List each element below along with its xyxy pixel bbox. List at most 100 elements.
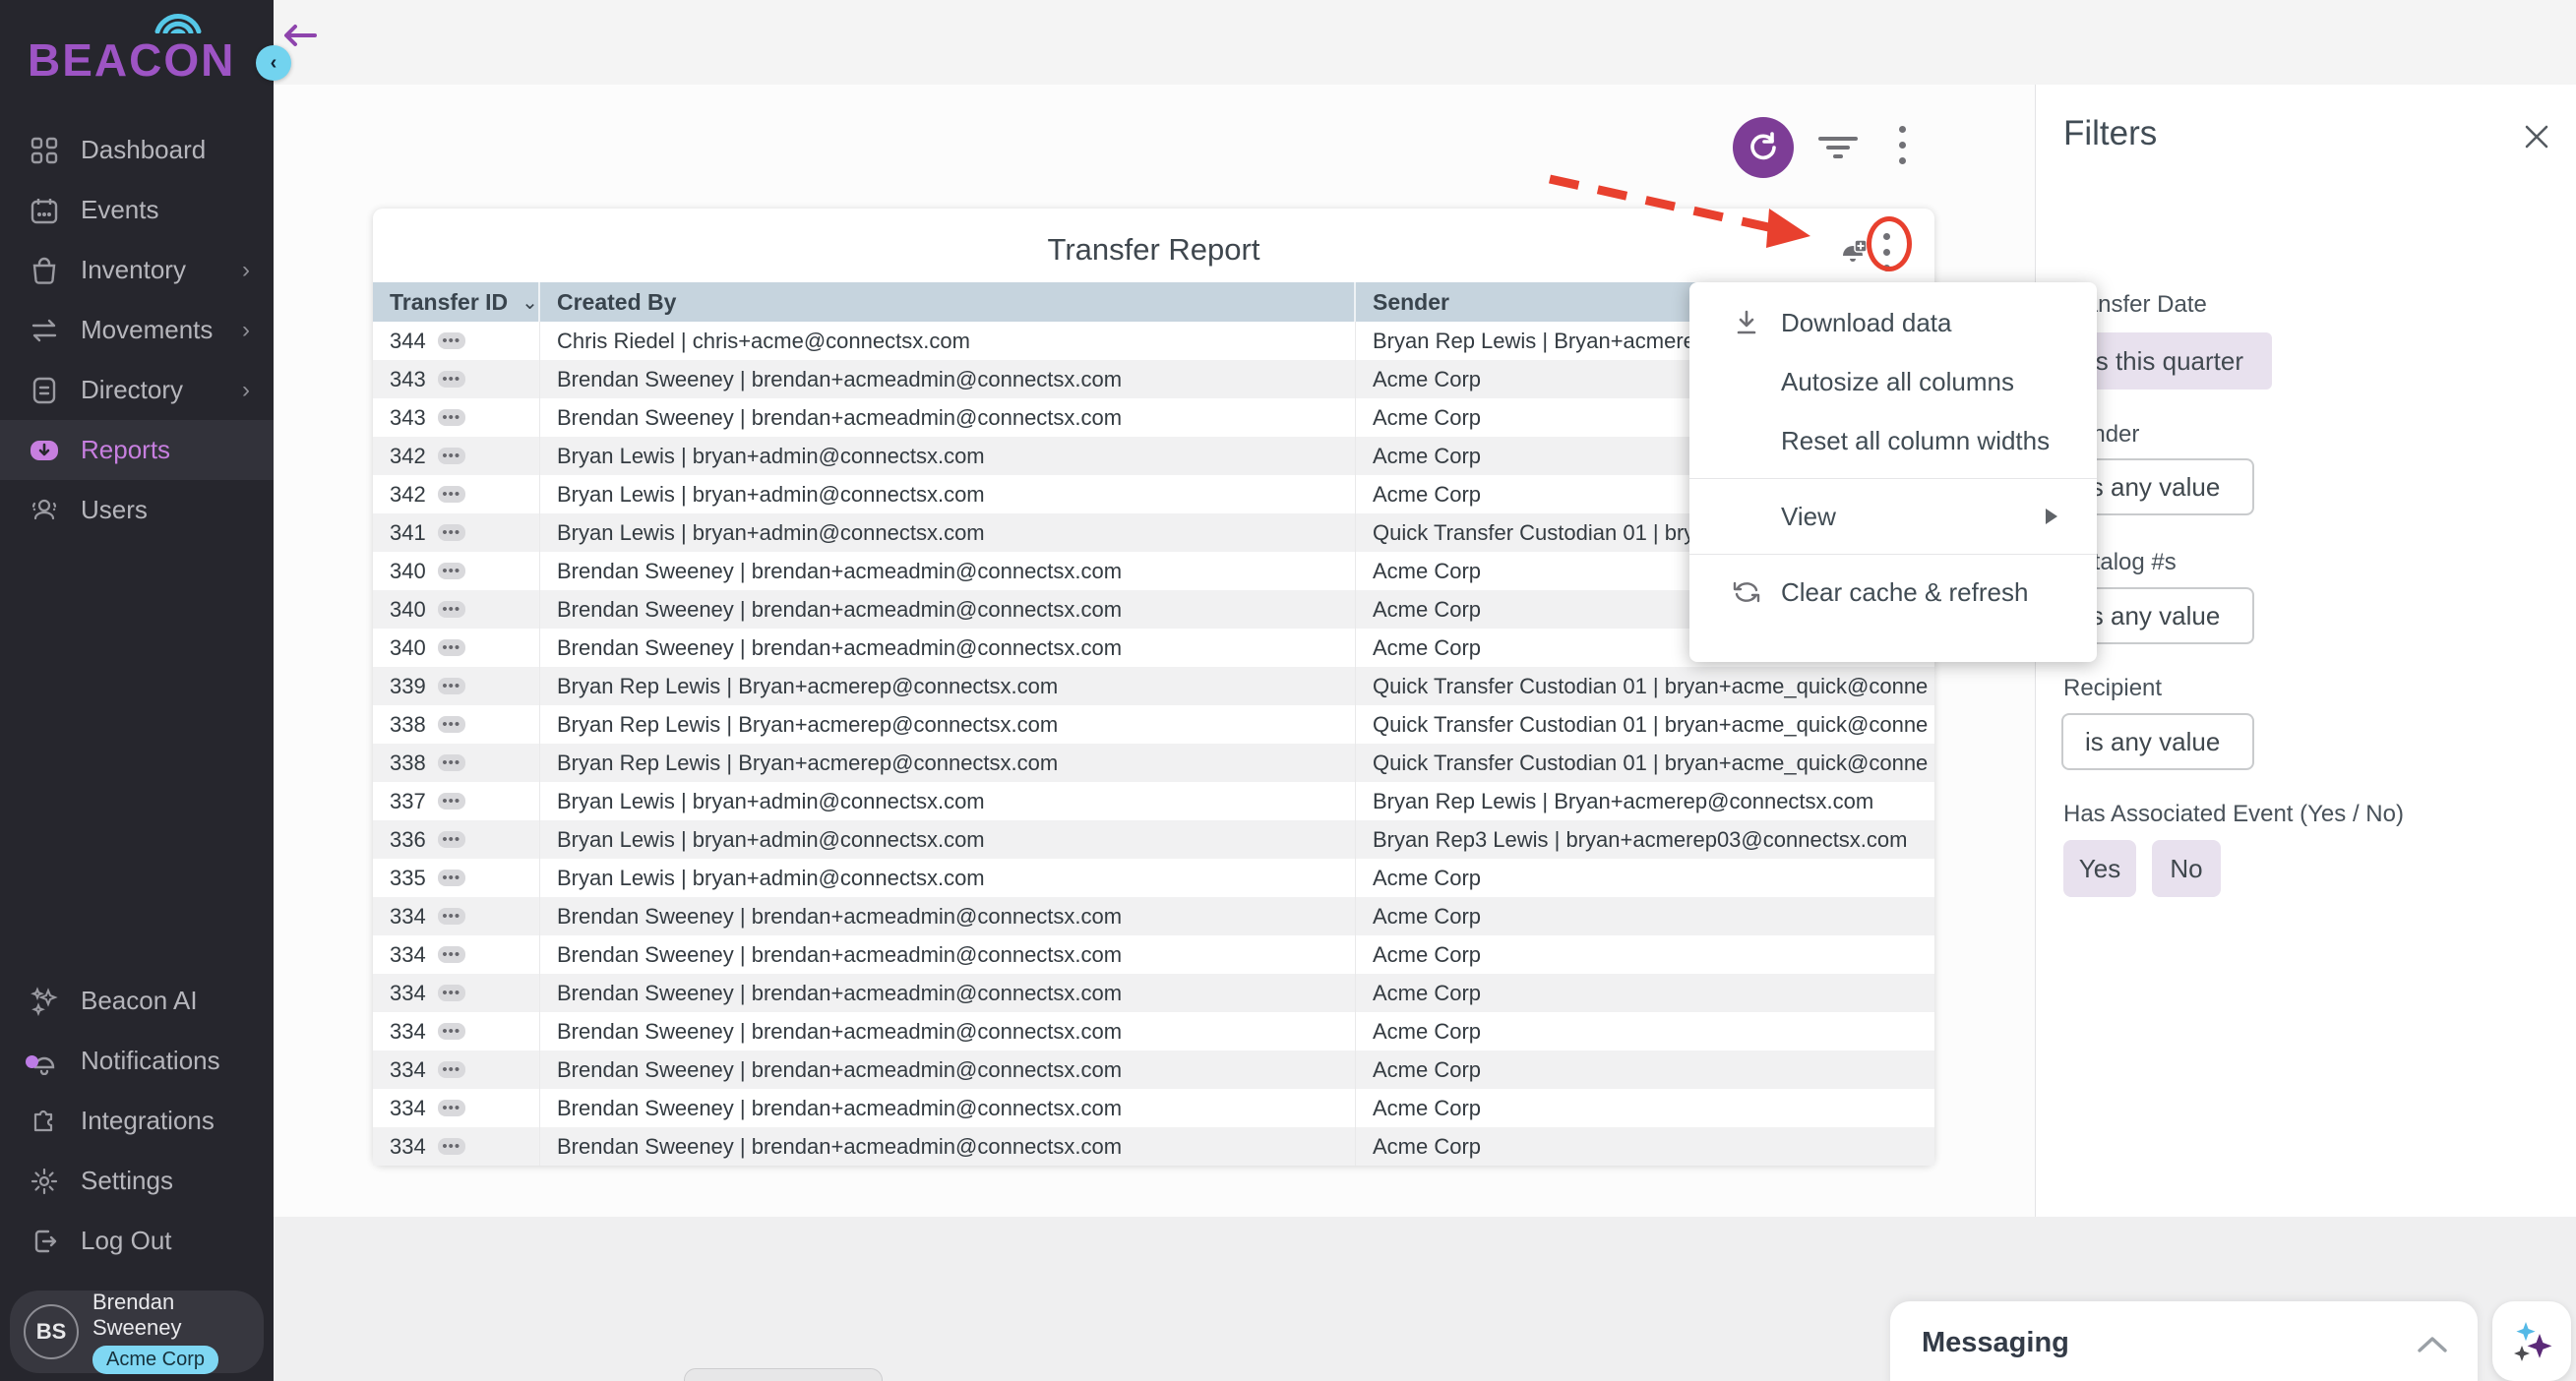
refresh-button[interactable] xyxy=(1733,117,1794,178)
menu-item-autosize-columns[interactable]: Autosize all columns xyxy=(1689,352,2097,411)
row-menu-icon[interactable] xyxy=(438,870,465,886)
table-row[interactable]: 338 Bryan Rep Lewis | Bryan+acmerep@conn… xyxy=(373,705,1934,744)
cell-sender: Acme Corp xyxy=(1356,897,1934,935)
org-badge: Acme Corp xyxy=(92,1346,218,1374)
sidebar-item-label: Log Out xyxy=(81,1226,172,1256)
table-row[interactable]: 338 Bryan Rep Lewis | Bryan+acmerep@conn… xyxy=(373,744,1934,782)
row-menu-icon[interactable] xyxy=(438,946,465,963)
cell-transfer-id: 334 xyxy=(373,974,540,1012)
partial-bottom-button[interactable] xyxy=(684,1368,883,1381)
table-row[interactable]: 334 Brendan Sweeney | brendan+acmeadmin@… xyxy=(373,974,1934,1012)
cell-transfer-id: 334 xyxy=(373,1051,540,1089)
sidebar-item-events[interactable]: Events xyxy=(0,180,274,240)
row-menu-icon[interactable] xyxy=(438,601,465,618)
cell-sender: Quick Transfer Custodian 01 | bryan+acme… xyxy=(1356,744,1934,782)
top-strip xyxy=(274,0,2576,85)
report-more-menu-icon[interactable] xyxy=(1883,233,1891,280)
table-row[interactable]: 336 Bryan Lewis | bryan+admin@connectsx.… xyxy=(373,820,1934,859)
cell-transfer-id: 338 xyxy=(373,705,540,744)
table-row[interactable]: 334 Brendan Sweeney | brendan+acmeadmin@… xyxy=(373,1051,1934,1089)
table-row[interactable]: 337 Bryan Lewis | bryan+admin@connectsx.… xyxy=(373,782,1934,820)
table-row[interactable]: 335 Bryan Lewis | bryan+admin@connectsx.… xyxy=(373,859,1934,897)
filters-panel: Filters Transfer Date is this quarter Se… xyxy=(2035,85,2576,1217)
table-row[interactable]: 339 Bryan Rep Lewis | Bryan+acmerep@conn… xyxy=(373,667,1934,705)
sidebar-item-directory[interactable]: Directory › xyxy=(0,360,274,420)
row-menu-icon[interactable] xyxy=(438,1061,465,1078)
row-menu-icon[interactable] xyxy=(438,985,465,1001)
row-menu-icon[interactable] xyxy=(438,409,465,426)
dashboard-more-menu-icon[interactable] xyxy=(1899,126,1907,173)
row-menu-icon[interactable] xyxy=(438,1138,465,1155)
row-menu-icon[interactable] xyxy=(438,754,465,771)
sidebar-item-dashboard[interactable]: Dashboard xyxy=(0,120,274,180)
sidebar-collapse-button[interactable]: ‹ xyxy=(256,45,291,81)
cell-created-by: Brendan Sweeney | brendan+acmeadmin@conn… xyxy=(540,629,1356,667)
cell-sender: Acme Corp xyxy=(1356,935,1934,974)
ai-assistant-button[interactable] xyxy=(2492,1301,2571,1381)
cell-created-by: Brendan Sweeney | brendan+acmeadmin@conn… xyxy=(540,590,1356,629)
sidebar-item-settings[interactable]: Settings xyxy=(0,1151,274,1211)
cell-transfer-id: 340 xyxy=(373,552,540,590)
row-menu-icon[interactable] xyxy=(438,831,465,848)
table-row[interactable]: 334 Brendan Sweeney | brendan+acmeadmin@… xyxy=(373,1127,1934,1166)
row-menu-icon[interactable] xyxy=(438,563,465,579)
row-menu-icon[interactable] xyxy=(438,908,465,925)
row-menu-icon[interactable] xyxy=(438,448,465,464)
report-context-menu: Download data Autosize all columns Reset… xyxy=(1689,282,2097,662)
filter-yes-button[interactable]: Yes xyxy=(2063,840,2136,897)
messaging-panel[interactable]: Messaging xyxy=(1890,1301,2478,1381)
chevron-right-icon: › xyxy=(242,377,250,404)
filter-no-button[interactable]: No xyxy=(2152,840,2221,897)
row-menu-icon[interactable] xyxy=(438,639,465,656)
sort-chevron-icon: ⌄ xyxy=(521,290,538,315)
cell-transfer-id: 342 xyxy=(373,437,540,475)
row-menu-icon[interactable] xyxy=(438,1100,465,1116)
cell-created-by: Brendan Sweeney | brendan+acmeadmin@conn… xyxy=(540,1127,1356,1166)
back-arrow-icon[interactable] xyxy=(281,22,317,49)
table-row[interactable]: 334 Brendan Sweeney | brendan+acmeadmin@… xyxy=(373,1089,1934,1127)
row-menu-icon[interactable] xyxy=(438,678,465,694)
row-menu-icon[interactable] xyxy=(438,332,465,349)
row-menu-icon[interactable] xyxy=(438,716,465,733)
column-header-transfer-id[interactable]: Transfer ID ⌄ xyxy=(373,282,540,322)
collapse-chevron-icon[interactable] xyxy=(2416,1335,2449,1354)
table-row[interactable]: 334 Brendan Sweeney | brendan+acmeadmin@… xyxy=(373,897,1934,935)
sidebar-item-reports[interactable]: Reports xyxy=(0,420,274,480)
row-menu-icon[interactable] xyxy=(438,524,465,541)
sidebar-item-notifications[interactable]: Notifications xyxy=(0,1031,274,1091)
sidebar-item-beacon-ai[interactable]: Beacon AI xyxy=(0,971,274,1031)
cell-created-by: Bryan Lewis | bryan+admin@connectsx.com xyxy=(540,437,1356,475)
table-row[interactable]: 334 Brendan Sweeney | brendan+acmeadmin@… xyxy=(373,1012,1934,1051)
menu-item-reset-column-widths[interactable]: Reset all column widths xyxy=(1689,411,2097,470)
alert-bell-add-icon[interactable] xyxy=(1835,230,1871,266)
row-menu-icon[interactable] xyxy=(438,486,465,503)
sidebar-item-logout[interactable]: Log Out xyxy=(0,1211,274,1271)
sidebar-item-users[interactable]: Users xyxy=(0,480,274,540)
filter-input-recipient[interactable]: is any value xyxy=(2061,713,2254,770)
sidebar-item-integrations[interactable]: Integrations xyxy=(0,1091,274,1151)
close-icon[interactable] xyxy=(2524,124,2549,150)
cell-created-by: Brendan Sweeney | brendan+acmeadmin@conn… xyxy=(540,1089,1356,1127)
menu-item-clear-cache-refresh[interactable]: Clear cache & refresh xyxy=(1689,563,2097,622)
row-menu-icon[interactable] xyxy=(438,1023,465,1040)
cell-created-by: Bryan Lewis | bryan+admin@connectsx.com xyxy=(540,859,1356,897)
column-header-created-by[interactable]: Created By xyxy=(540,282,1356,322)
chevron-right-icon: › xyxy=(242,317,250,344)
cell-transfer-id: 340 xyxy=(373,590,540,629)
cell-transfer-id: 334 xyxy=(373,935,540,974)
row-menu-icon[interactable] xyxy=(438,371,465,388)
submenu-arrow-icon xyxy=(2046,509,2057,524)
row-menu-icon[interactable] xyxy=(438,793,465,810)
sidebar-item-movements[interactable]: Movements › xyxy=(0,300,274,360)
sidebar: BEACON Dashboard xyxy=(0,0,274,1381)
cell-transfer-id: 341 xyxy=(373,513,540,552)
ai-sparkles-icon xyxy=(2506,1316,2557,1367)
filter-icon[interactable] xyxy=(1816,134,1860,161)
menu-item-download-data[interactable]: Download data xyxy=(1689,293,2097,352)
user-card[interactable]: BS Brendan Sweeney Acme Corp xyxy=(10,1291,264,1373)
menu-item-view[interactable]: View xyxy=(1689,487,2097,546)
cell-created-by: Brendan Sweeney | brendan+acmeadmin@conn… xyxy=(540,398,1356,437)
sidebar-item-label: Events xyxy=(81,195,159,225)
sidebar-item-inventory[interactable]: Inventory › xyxy=(0,240,274,300)
table-row[interactable]: 334 Brendan Sweeney | brendan+acmeadmin@… xyxy=(373,935,1934,974)
